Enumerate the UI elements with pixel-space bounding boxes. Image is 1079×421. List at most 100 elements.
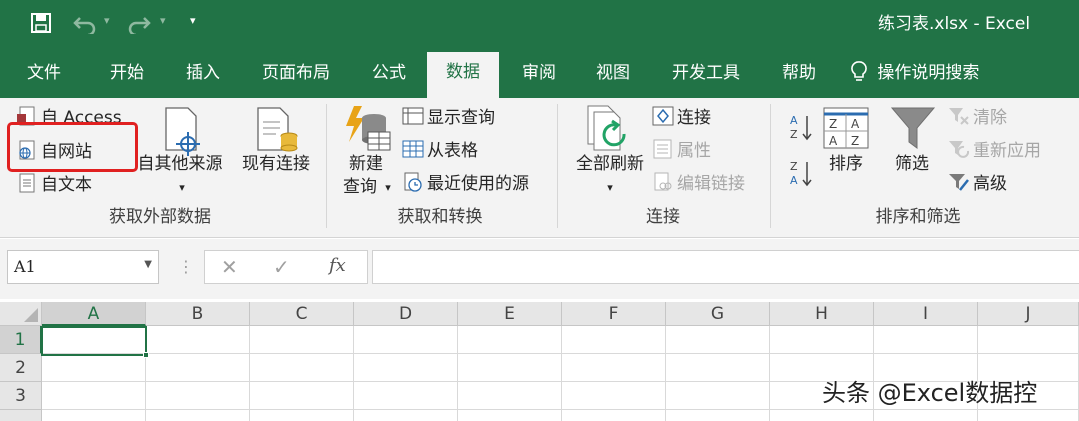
tab-data[interactable]: 数据 [427,52,499,98]
tab-formulas[interactable]: 公式 [358,48,420,98]
tab-view[interactable]: 视图 [582,48,644,98]
grid-cell[interactable] [250,326,354,354]
name-box[interactable]: A1 ▼ [7,250,159,284]
filter-button[interactable]: 筛选 [886,153,938,175]
tab-insert[interactable]: 插入 [172,48,234,98]
grid-cell[interactable] [42,354,146,382]
tab-review[interactable]: 审阅 [508,48,570,98]
sort-dialog-icon[interactable]: ZAAZ [822,106,870,154]
connections-button[interactable]: 连接 [652,106,711,129]
row-header-4[interactable] [0,410,42,421]
save-icon[interactable] [30,12,52,39]
grid-cell[interactable] [562,410,666,421]
show-queries-button[interactable]: 显示查询 [402,106,495,129]
name-box-dropdown-icon[interactable]: ▼ [144,259,152,270]
refresh-all-icon[interactable] [584,104,632,158]
column-header-i[interactable]: I [874,302,978,326]
grid-cell[interactable] [42,410,146,421]
formula-input[interactable] [372,250,1079,284]
undo-dropdown-icon[interactable]: ▾ [104,14,110,27]
row-header-2[interactable]: 2 [0,354,42,382]
tab-page-layout[interactable]: 页面布局 [250,48,342,98]
from-other-sources-button[interactable]: 自其他来源 [134,153,226,175]
grid-cell[interactable] [562,354,666,382]
new-query-icon[interactable] [342,104,392,158]
refresh-all-button[interactable]: 全部刷新 [566,153,654,175]
clear-button[interactable]: 清除 [948,106,1007,129]
column-header-g[interactable]: G [666,302,770,326]
grid-cell[interactable] [770,410,874,421]
select-all-corner[interactable] [0,302,42,326]
reapply-button[interactable]: 重新应用 [948,139,1041,162]
tab-developer[interactable]: 开发工具 [660,48,752,98]
grid-cell[interactable] [146,382,250,410]
column-header-e[interactable]: E [458,302,562,326]
filter-icon[interactable] [890,104,936,158]
grid-cell[interactable] [250,354,354,382]
redo-dropdown-icon[interactable]: ▾ [160,14,166,27]
row-header-3[interactable]: 3 [0,382,42,410]
formula-bar-grip-icon[interactable]: ⋮ [178,257,194,276]
from-text-button[interactable]: 自文本 [16,173,92,196]
customize-icon[interactable]: ▾ [190,14,196,27]
redo-icon[interactable] [126,12,152,39]
insert-function-icon[interactable]: fx [329,255,346,276]
grid-cell[interactable] [666,410,770,421]
column-header-c[interactable]: C [250,302,354,326]
existing-connections-button[interactable]: 现有连接 [236,153,316,175]
tab-help[interactable]: 帮助 [768,48,830,98]
cancel-icon[interactable]: ✕ [221,255,238,279]
grid-cell[interactable] [562,326,666,354]
advanced-filter-button[interactable]: 高级 [948,172,1007,195]
from-table-button[interactable]: 从表格 [402,139,478,162]
grid-cell[interactable] [458,354,562,382]
new-query-label-line1[interactable]: 新建 [338,153,394,175]
from-other-dropdown-icon[interactable]: ▾ [172,177,192,199]
column-header-f[interactable]: F [562,302,666,326]
grid-cell[interactable] [354,326,458,354]
grid-cell[interactable] [458,410,562,421]
sort-ascending-icon[interactable]: AZ [789,112,813,146]
properties-button[interactable]: 属性 [652,139,711,162]
grid-cell[interactable] [874,410,978,421]
grid-cell[interactable] [666,382,770,410]
fill-handle[interactable] [143,352,149,358]
column-header-d[interactable]: D [354,302,458,326]
new-query-label-line2[interactable]: 查询 [336,176,384,198]
active-cell-a1[interactable] [41,326,147,356]
column-header-b[interactable]: B [146,302,250,326]
grid-cell[interactable] [978,410,1079,421]
grid-cell[interactable] [978,326,1079,354]
grid-cell[interactable] [770,326,874,354]
grid-cell[interactable] [146,326,250,354]
grid-cell[interactable] [146,410,250,421]
existing-connections-icon[interactable] [254,106,300,160]
undo-icon[interactable] [72,12,98,39]
grid-cell[interactable] [562,382,666,410]
edit-links-button[interactable]: 编辑链接 [652,172,745,195]
grid-cell[interactable] [458,382,562,410]
grid-cell[interactable] [42,382,146,410]
row-header-1[interactable]: 1 [0,326,42,354]
grid-cell[interactable] [146,354,250,382]
sort-button[interactable]: 排序 [820,153,872,175]
enter-icon[interactable]: ✓ [273,255,290,279]
recent-sources-button[interactable]: 最近使用的源 [402,172,529,195]
grid-cell[interactable] [250,382,354,410]
grid-cell[interactable] [666,354,770,382]
grid-cell[interactable] [874,326,978,354]
sort-descending-icon[interactable]: ZA [789,158,813,192]
grid-cell[interactable] [354,410,458,421]
data-source-icon[interactable] [160,106,204,160]
column-header-a[interactable]: A [42,302,146,326]
grid-cell[interactable] [250,410,354,421]
grid-cell[interactable] [666,326,770,354]
refresh-all-dropdown-icon[interactable]: ▾ [600,177,620,199]
grid-cell[interactable] [354,354,458,382]
grid-cell[interactable] [354,382,458,410]
tab-file[interactable]: 文件 [14,48,74,98]
tell-me-search[interactable]: 操作说明搜索 [850,48,979,98]
grid-cell[interactable] [458,326,562,354]
column-header-h[interactable]: H [770,302,874,326]
column-header-j[interactable]: J [978,302,1079,326]
